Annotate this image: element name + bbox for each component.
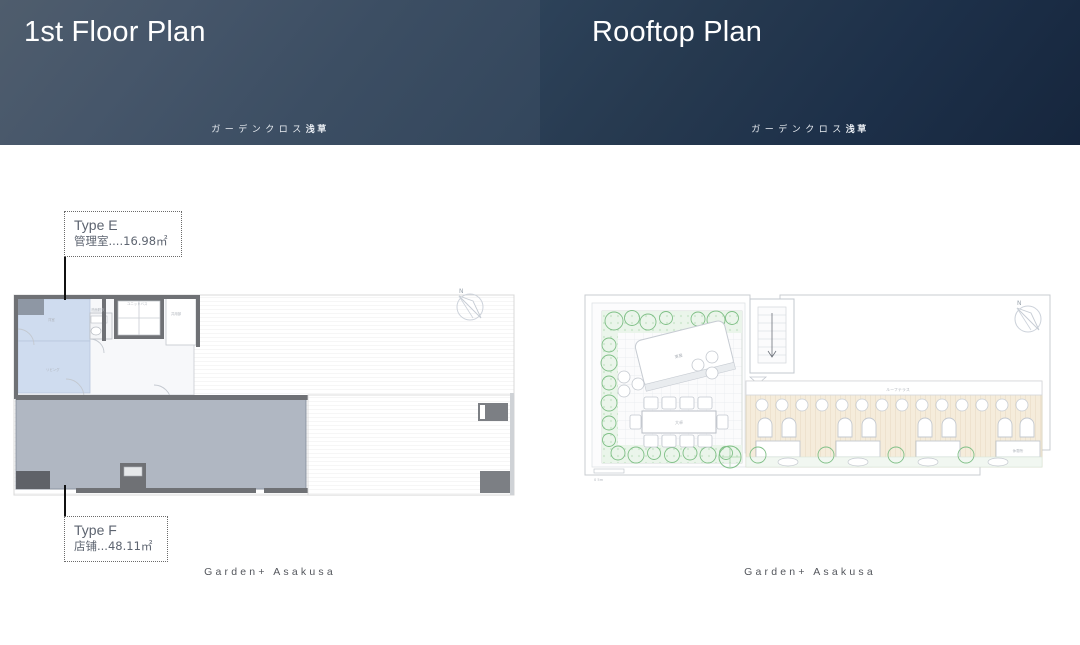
svg-text:リビング: リビング — [46, 367, 60, 372]
right-panel-subtitle: ガーデンクロス浅草 — [540, 122, 1080, 135]
footer-right: Garden+ Asakusa — [744, 566, 876, 578]
svg-text:大卓: 大卓 — [675, 419, 683, 425]
callout-type-e[interactable]: Type E 管理室....16.98㎡ — [64, 211, 182, 257]
callout-type-f-desc: 店铺...48.11㎡ — [74, 539, 153, 553]
callout-type-e-title: Type E — [74, 217, 118, 233]
svg-text:N: N — [459, 288, 464, 295]
type-e-leader-line — [64, 253, 66, 300]
right-panel-title: Rooftop Plan — [592, 16, 763, 48]
callout-type-f-title: Type F — [74, 522, 117, 538]
svg-text:共用部: 共用部 — [171, 311, 182, 316]
svg-text:ルーフテラス: ルーフテラス — [886, 386, 910, 392]
plans-body: 洋室 リビング 洗面脱衣 ユニットバス 共用部 N 東屋 大卓 ルーフテラス 休… — [0, 145, 1080, 587]
right-subtitle-kana: ガーデンクロス — [751, 125, 846, 135]
svg-text:休憩所: 休憩所 — [1013, 448, 1024, 453]
first-floor-plan-drawing: 洋室 リビング 洗面脱衣 ユニットバス 共用部 N — [13, 288, 515, 496]
callout-type-e-desc: 管理室....16.98㎡ — [74, 234, 168, 248]
footer-left: Garden+ Asakusa — [204, 566, 336, 578]
callout-type-f[interactable]: Type F 店铺...48.11㎡ — [64, 516, 168, 562]
right-subtitle-kanji: 浅草 — [845, 125, 869, 135]
svg-text:洗面脱衣: 洗面脱衣 — [91, 307, 105, 312]
svg-text:0 5m: 0 5m — [594, 478, 604, 482]
left-panel-title: 1st Floor Plan — [24, 16, 206, 48]
left-subtitle-kana: ガーデンクロス — [211, 125, 306, 135]
floor-plan-sheet: 1st Floor Plan ガーデンクロス浅草 Rooftop Plan ガー… — [0, 0, 1080, 587]
left-panel-subtitle: ガーデンクロス浅草 — [0, 122, 540, 135]
header-left-panel: 1st Floor Plan ガーデンクロス浅草 — [0, 0, 540, 145]
left-subtitle-kanji: 浅草 — [305, 125, 329, 135]
header-right-panel: Rooftop Plan ガーデンクロス浅草 — [540, 0, 1080, 145]
header-band: 1st Floor Plan ガーデンクロス浅草 Rooftop Plan ガー… — [0, 0, 1080, 145]
svg-text:ユニットバス: ユニットバス — [127, 301, 148, 306]
rooftop-plan-drawing: 東屋 大卓 ルーフテラス 休憩所 0 5m N — [584, 294, 1051, 482]
svg-text:洋室: 洋室 — [48, 317, 55, 322]
svg-text:N: N — [1017, 300, 1022, 307]
